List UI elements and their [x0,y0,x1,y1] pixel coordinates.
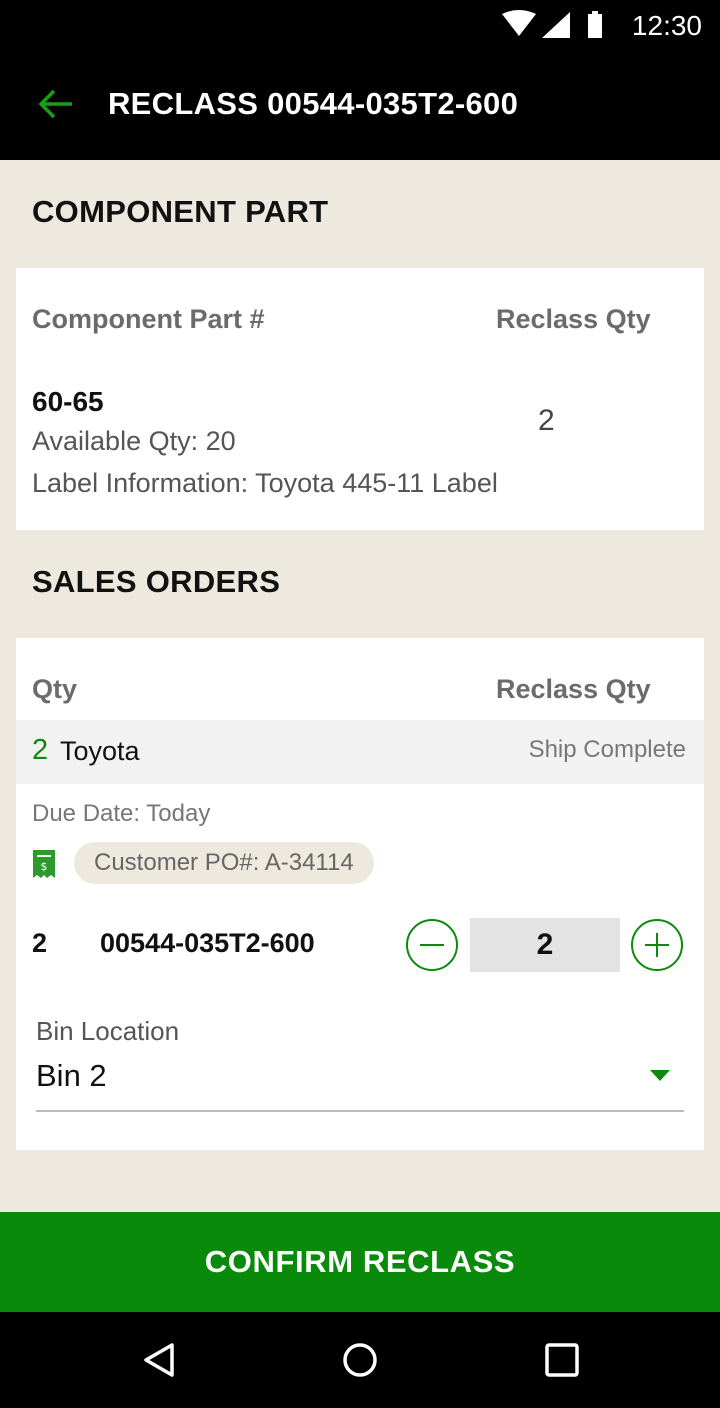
receipt-icon: $ [33,850,55,878]
svg-text:$: $ [41,860,48,873]
increment-button[interactable] [631,919,683,971]
due-date: Due Date: Today [32,800,211,827]
arrow-left-icon[interactable] [36,84,76,124]
line-qty: 2 [32,928,48,958]
wifi-icon [502,10,536,36]
order-customer: Toyota [60,736,140,766]
qty-header: Qty [32,674,78,704]
system-nav-bar [0,1312,720,1408]
component-part-header: Component Part # [32,304,265,334]
order-status: Ship Complete [528,736,686,763]
signal-icon [542,12,570,38]
component-part-section-title: COMPONENT PART [32,194,329,229]
bin-location-select[interactable]: Bin 2 [36,1056,684,1112]
sales-reclass-qty-header: Reclass Qty [496,674,651,704]
sales-order-row: 2 Toyota Ship Complete [16,720,704,784]
component-part-number: 60-65 [32,386,104,417]
available-qty: Available Qty: 20 [32,426,236,456]
bin-location-value: Bin 2 [36,1058,107,1093]
clock-time: 12:30 [631,10,702,41]
status-bar: 12:30 [0,0,720,52]
sales-orders-section-title: SALES ORDERS [32,564,281,599]
sales-orders-card: Qty Reclass Qty 2 Toyota Ship Complete D… [16,638,704,1150]
bin-location-label: Bin Location [36,1016,180,1046]
status-icons [502,10,602,38]
reclass-qty-input[interactable]: 2 [470,918,620,972]
recents-square-icon[interactable] [542,1340,582,1380]
order-qty: 2 [32,734,49,766]
page-title: RECLASS 00544-035T2-600 [108,86,519,121]
back-triangle-icon[interactable] [140,1340,180,1380]
decrement-button[interactable] [406,919,458,971]
home-circle-icon[interactable] [340,1340,380,1380]
line-part-number: 00544-035T2-600 [100,928,315,958]
component-reclass-qty: 2 [538,404,555,437]
label-information: Label Information: Toyota 445-11 Label [32,468,498,498]
battery-icon [588,11,602,38]
customer-po-chip: Customer PO#: A-34114 [74,842,374,884]
caret-down-icon [650,1070,670,1081]
app-bar: RECLASS 00544-035T2-600 [0,52,720,160]
component-part-card: Component Part # Reclass Qty 60-65 Avail… [16,268,704,530]
reclass-qty-header: Reclass Qty [496,304,651,334]
confirm-reclass-button[interactable]: CONFIRM RECLASS [0,1212,720,1312]
